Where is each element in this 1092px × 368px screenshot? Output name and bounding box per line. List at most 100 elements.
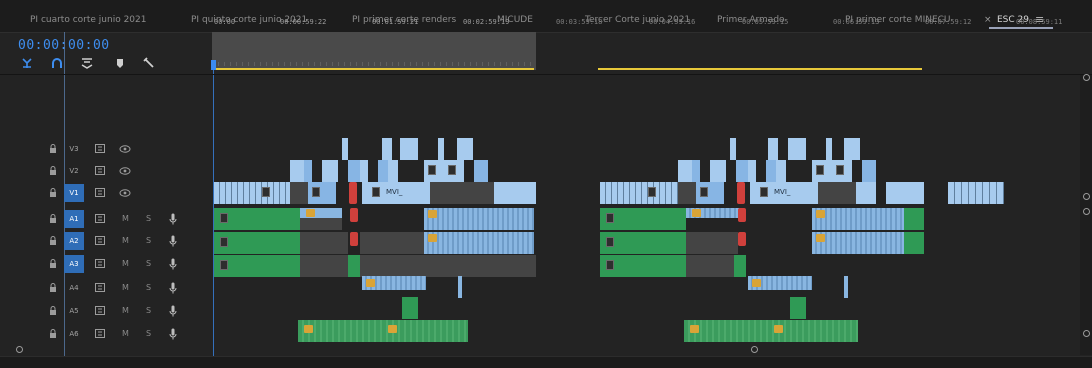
video-clip[interactable]	[748, 160, 756, 182]
video-clip[interactable]	[424, 160, 464, 182]
audio-clip[interactable]	[348, 255, 360, 277]
video-clip[interactable]	[788, 138, 806, 160]
mute-button[interactable]: M	[122, 208, 129, 230]
eye-icon[interactable]	[119, 166, 131, 176]
video-clip[interactable]	[730, 138, 736, 160]
eye-icon[interactable]	[119, 188, 131, 198]
scroll-knob[interactable]	[1083, 208, 1090, 215]
video-clip[interactable]	[438, 138, 444, 160]
audio-clip[interactable]	[904, 208, 924, 230]
lock-icon[interactable]	[49, 236, 57, 245]
audio-clip[interactable]	[214, 232, 300, 254]
audio-clip[interactable]	[812, 208, 904, 230]
lock-icon[interactable]	[49, 329, 57, 338]
add-marker-icon[interactable]	[80, 56, 94, 70]
horizontal-scrollbar[interactable]	[0, 356, 1092, 368]
video-clip[interactable]	[308, 182, 336, 204]
video-clip[interactable]	[378, 160, 388, 182]
microphone-icon[interactable]	[169, 282, 177, 294]
tab-pi-primer-corte-renders[interactable]: PI primer corte renders	[352, 0, 456, 32]
audio-clip[interactable]	[214, 255, 300, 277]
tab-pi-cuarto-corte[interactable]: PI cuarto corte junio 2021	[30, 0, 146, 32]
transition-clip[interactable]	[349, 182, 357, 204]
lock-icon[interactable]	[49, 306, 57, 315]
mute-button[interactable]: M	[122, 277, 129, 299]
audio-clip[interactable]	[748, 276, 812, 290]
work-area-bar[interactable]	[598, 68, 922, 70]
scroll-knob[interactable]	[1083, 330, 1090, 337]
video-clip[interactable]	[400, 138, 418, 160]
microphone-icon[interactable]	[169, 328, 177, 340]
audio-clip[interactable]	[600, 255, 686, 277]
video-clip[interactable]	[290, 160, 304, 182]
transition-clip[interactable]	[350, 232, 358, 246]
sync-lock-icon[interactable]	[95, 329, 105, 338]
sync-lock-icon[interactable]	[95, 259, 105, 268]
eye-icon[interactable]	[119, 144, 131, 154]
video-clip[interactable]	[886, 182, 924, 204]
audio-clip[interactable]	[686, 208, 744, 218]
video-clip[interactable]	[948, 182, 1004, 204]
audio-clip[interactable]	[424, 232, 534, 254]
tab-pi-quinto-corte[interactable]: PI quinto corte junio 2021	[191, 0, 307, 32]
vertical-scrollbar[interactable]	[1080, 75, 1092, 355]
video-clip[interactable]	[710, 160, 726, 182]
track-target-a4[interactable]: A4	[64, 279, 84, 297]
sync-lock-icon[interactable]	[95, 306, 105, 315]
mute-button[interactable]: M	[122, 253, 129, 275]
video-clip[interactable]	[494, 182, 536, 204]
mute-button[interactable]: M	[122, 323, 129, 345]
track-target-a3[interactable]: A3	[64, 255, 84, 273]
microphone-icon[interactable]	[169, 213, 177, 225]
transition-clip[interactable]	[350, 208, 358, 222]
audio-clip[interactable]	[684, 320, 858, 342]
audio-clip[interactable]	[844, 276, 848, 298]
video-clip[interactable]	[382, 138, 392, 160]
video-clip[interactable]	[776, 160, 786, 182]
track-target-a2[interactable]: A2	[64, 232, 84, 250]
audio-clip[interactable]	[424, 208, 534, 230]
video-clip-mvi[interactable]: MVI_	[362, 182, 430, 204]
solo-button[interactable]: S	[146, 323, 151, 345]
tab-esc-29[interactable]: ESC 29	[989, 0, 1053, 32]
video-clip[interactable]	[856, 182, 876, 204]
scroll-knob[interactable]	[1083, 193, 1090, 200]
track-target-v1[interactable]: V1	[64, 184, 84, 202]
audio-clip[interactable]	[904, 232, 924, 254]
mute-button[interactable]: M	[122, 300, 129, 322]
scroll-knob[interactable]	[1083, 74, 1090, 81]
mute-button[interactable]: M	[122, 230, 129, 252]
solo-button[interactable]: S	[146, 277, 151, 299]
scroll-knob[interactable]	[751, 346, 758, 353]
sync-lock-icon[interactable]	[95, 214, 105, 223]
sync-lock-icon[interactable]	[95, 283, 105, 292]
linked-selection-icon[interactable]	[50, 56, 64, 70]
scroll-knob[interactable]	[16, 346, 23, 353]
video-clip[interactable]	[766, 160, 776, 182]
solo-button[interactable]: S	[146, 208, 151, 230]
microphone-icon[interactable]	[169, 258, 177, 270]
video-clip[interactable]	[214, 182, 290, 204]
lock-icon[interactable]	[49, 144, 57, 153]
video-clip[interactable]	[348, 160, 360, 182]
audio-clip[interactable]	[600, 208, 686, 230]
audio-clip[interactable]	[458, 276, 462, 298]
playhead-handle[interactable]	[211, 60, 216, 70]
audio-clip[interactable]	[790, 297, 806, 319]
transition-clip[interactable]	[737, 182, 745, 204]
video-clip[interactable]	[692, 160, 700, 182]
video-clip[interactable]	[600, 182, 678, 204]
wrench-icon[interactable]	[142, 56, 156, 70]
lock-icon[interactable]	[49, 283, 57, 292]
video-clip[interactable]	[322, 160, 338, 182]
audio-clip[interactable]	[362, 276, 426, 290]
audio-clip[interactable]	[600, 232, 686, 254]
sync-lock-icon[interactable]	[95, 144, 105, 153]
tab-primer-armado[interactable]: Primer Armado	[717, 0, 785, 32]
video-clip[interactable]	[304, 160, 312, 182]
lock-icon[interactable]	[49, 188, 57, 197]
audio-clip[interactable]	[214, 208, 300, 230]
lock-icon[interactable]	[49, 259, 57, 268]
sync-lock-icon[interactable]	[95, 166, 105, 175]
video-clip[interactable]	[768, 138, 778, 160]
